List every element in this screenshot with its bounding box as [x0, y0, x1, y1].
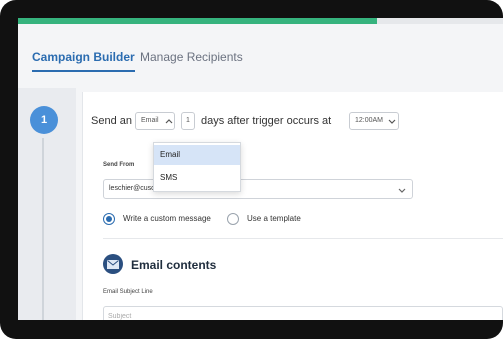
- tab-bar: Campaign Builder Manage Recipients: [18, 42, 503, 82]
- section-divider: [103, 238, 503, 239]
- send-from-select[interactable]: leschier@cusonvers.com: [103, 179, 413, 199]
- app-screen: Campaign Builder Manage Recipients 1 Sen…: [18, 18, 503, 320]
- campaign-step-card: Send an Email 1 days after trigger occur…: [82, 92, 503, 320]
- channel-select-value: Email: [141, 117, 159, 124]
- send-from-label: Send From: [103, 162, 135, 168]
- channel-option-email[interactable]: Email: [154, 145, 240, 165]
- message-type-radio-group: Write a custom message Use a template: [103, 213, 403, 227]
- chevron-down-icon: [388, 119, 396, 124]
- time-select[interactable]: 12:00AM: [349, 112, 399, 130]
- chevron-down-icon: [398, 188, 406, 193]
- progress-fill: [18, 18, 377, 24]
- subject-input[interactable]: [103, 306, 503, 320]
- chevron-up-icon: [165, 119, 173, 124]
- progress-track: [18, 18, 503, 24]
- step-number-badge: 1: [30, 106, 58, 134]
- channel-option-sms[interactable]: SMS: [154, 168, 240, 188]
- radio-use-template[interactable]: [227, 213, 239, 225]
- email-contents-title: Email contents: [131, 258, 217, 272]
- radio-use-template-label: Use a template: [247, 214, 301, 223]
- channel-dropdown-menu: Email SMS: [153, 142, 241, 192]
- channel-select[interactable]: Email: [135, 112, 175, 130]
- time-select-value: 12:00AM: [355, 117, 384, 124]
- tab-manage-recipients[interactable]: Manage Recipients: [140, 50, 243, 70]
- radio-custom-message[interactable]: [103, 213, 115, 225]
- tab-campaign-builder[interactable]: Campaign Builder: [32, 50, 135, 72]
- step-rail: 1: [18, 88, 76, 320]
- subject-line-label: Email Subject Line: [103, 289, 153, 295]
- send-prefix-label: Send an: [91, 115, 132, 127]
- send-rule-row: Send an Email 1 days after trigger occur…: [91, 112, 501, 132]
- send-middle-label: days after trigger occurs at: [201, 115, 332, 127]
- radio-custom-message-label: Write a custom message: [123, 214, 211, 223]
- days-input[interactable]: 1: [181, 112, 195, 130]
- step-connector-line: [42, 138, 44, 320]
- envelope-icon: [103, 254, 123, 274]
